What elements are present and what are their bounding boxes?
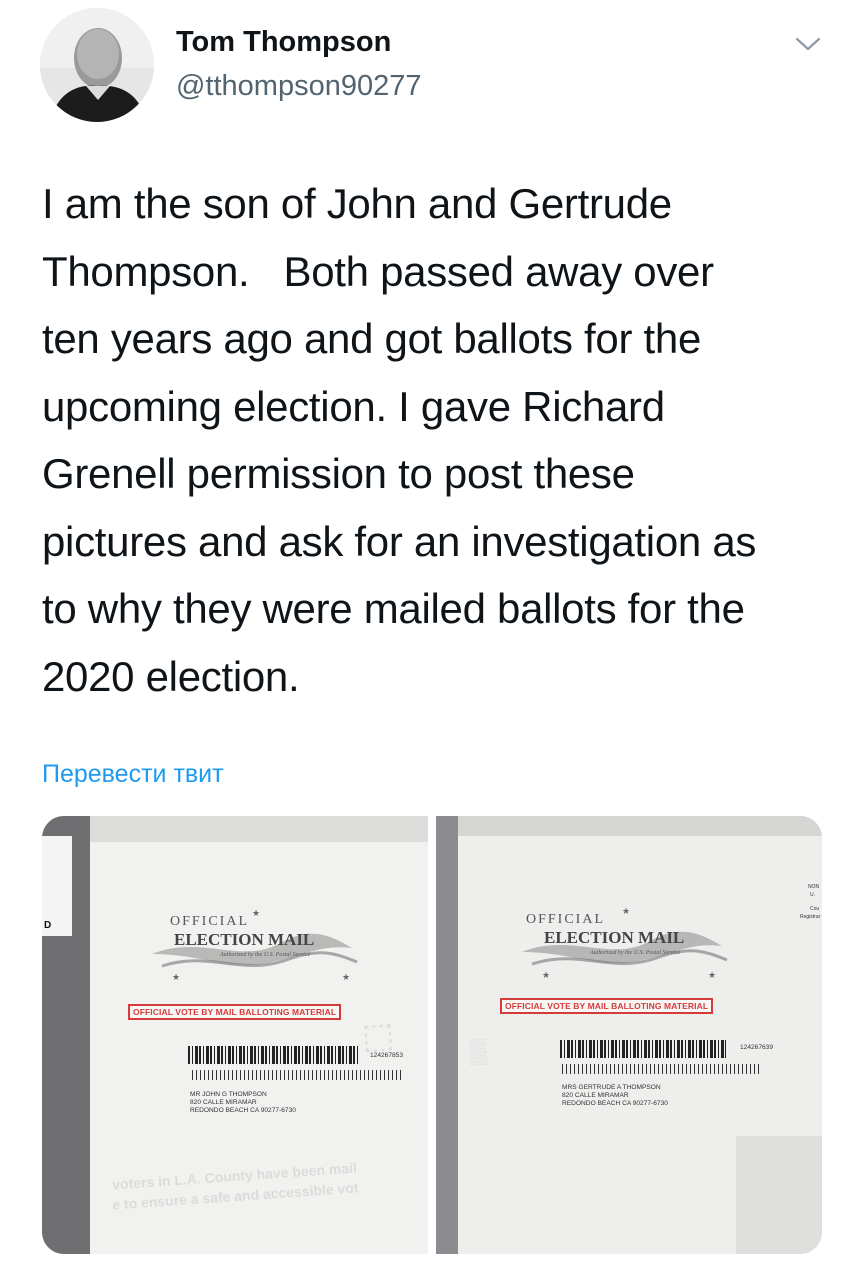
envelope-shadow — [736, 1136, 822, 1254]
edge-label: D — [44, 920, 52, 931]
svg-text:★: ★ — [622, 906, 630, 916]
address-line: REDONDO BEACH CA 90277-6730 — [562, 1100, 668, 1107]
faded-print: ▒ — [469, 1037, 488, 1066]
barcode-number: 124267639 — [740, 1044, 774, 1051]
avatar-photo — [40, 8, 154, 122]
tweet-menu-button[interactable] — [788, 24, 828, 64]
mailing-address: MRS GERTRUDE A THOMPSON 820 CALLE MIRAMA… — [562, 1084, 668, 1108]
official-label: OFFICIAL — [170, 914, 250, 929]
tweet-line: upcoming election. I gave Richard — [42, 382, 665, 430]
election-mail-label: ELECTION MAIL — [544, 928, 685, 947]
envelope-flap-shadow — [90, 816, 428, 842]
tweet-line: to why they were mailed ballots for the — [42, 585, 745, 632]
barcode-number: 124267853 — [370, 1052, 404, 1059]
postal-authorized: Authorized by the U.S. Postal Service — [220, 952, 311, 958]
election-mail-label: ELECTION MAIL — [174, 930, 315, 949]
tweet-media: D ★ ★ ★ OFFICIAL ELECTION MAIL Authorize… — [42, 816, 822, 1254]
tweet-line: ten years ago and got ballots for the — [42, 315, 702, 362]
postal-barcode — [192, 1070, 402, 1080]
corner-text: Cou — [810, 906, 820, 912]
barcode — [188, 1046, 358, 1064]
svg-text:★: ★ — [252, 908, 260, 918]
official-vote-box: OFFICIAL VOTE BY MAIL BALLOTING MATERIAL — [500, 998, 714, 1014]
official-vote-box: OFFICIAL VOTE BY MAIL BALLOTING MATERIAL — [128, 1004, 342, 1020]
address-line: MR JOHN G THOMPSON — [190, 1091, 267, 1098]
postal-barcode — [562, 1064, 762, 1074]
svg-text:★: ★ — [542, 970, 550, 980]
corner-text: U. — [810, 892, 815, 898]
svg-text:★: ★ — [342, 972, 350, 982]
tweet-text: I am the son of John and Gertrude Thomps… — [42, 170, 842, 710]
tweet-line: Thompson. Both passed away over — [42, 247, 714, 295]
mailing-address: MR JOHN G THOMPSON 820 CALLE MIRAMAR RED… — [190, 1091, 296, 1115]
svg-text:★: ★ — [172, 972, 180, 982]
envelope — [436, 816, 458, 1254]
tweet-line: I am the son of John and Gertrude — [42, 180, 672, 227]
corner-text: NON — [808, 884, 820, 890]
author-handle[interactable]: @tthompson90277 — [176, 70, 422, 103]
faded-print: ⬚ — [360, 1015, 396, 1057]
official-label: OFFICIAL — [526, 912, 606, 927]
tweet-line: 2020 election. — [42, 652, 300, 700]
address-line: MRS GERTRUDE A THOMPSON — [562, 1084, 661, 1091]
tweet-line: pictures and ask for an investigation as — [42, 517, 757, 565]
address-line: REDONDO BEACH CA 90277-6730 — [190, 1107, 296, 1114]
postal-authorized: Authorized by the U.S. Postal Service — [590, 950, 681, 956]
address-line: 820 CALLE MIRAMAR — [562, 1092, 629, 1099]
svg-text:★: ★ — [708, 970, 716, 980]
corner-text: Registrar — [800, 914, 821, 920]
chevron-down-icon — [795, 37, 821, 51]
translate-tweet-link[interactable]: Перевести твит — [42, 760, 224, 789]
ballot-photo-gertrude[interactable]: NON U. Cou Registrar ★ ★ ★ OFFICIAL ELEC… — [436, 816, 822, 1254]
author-name[interactable]: Tom Thompson — [176, 26, 391, 59]
barcode — [560, 1040, 726, 1058]
ballot-photo-john[interactable]: D ★ ★ ★ OFFICIAL ELECTION MAIL Authorize… — [42, 816, 428, 1254]
tweet-line: Grenell permission to post these — [42, 450, 635, 497]
avatar[interactable] — [40, 8, 154, 122]
address-line: 820 CALLE MIRAMAR — [190, 1099, 257, 1106]
envelope-flap-shadow — [458, 816, 822, 836]
